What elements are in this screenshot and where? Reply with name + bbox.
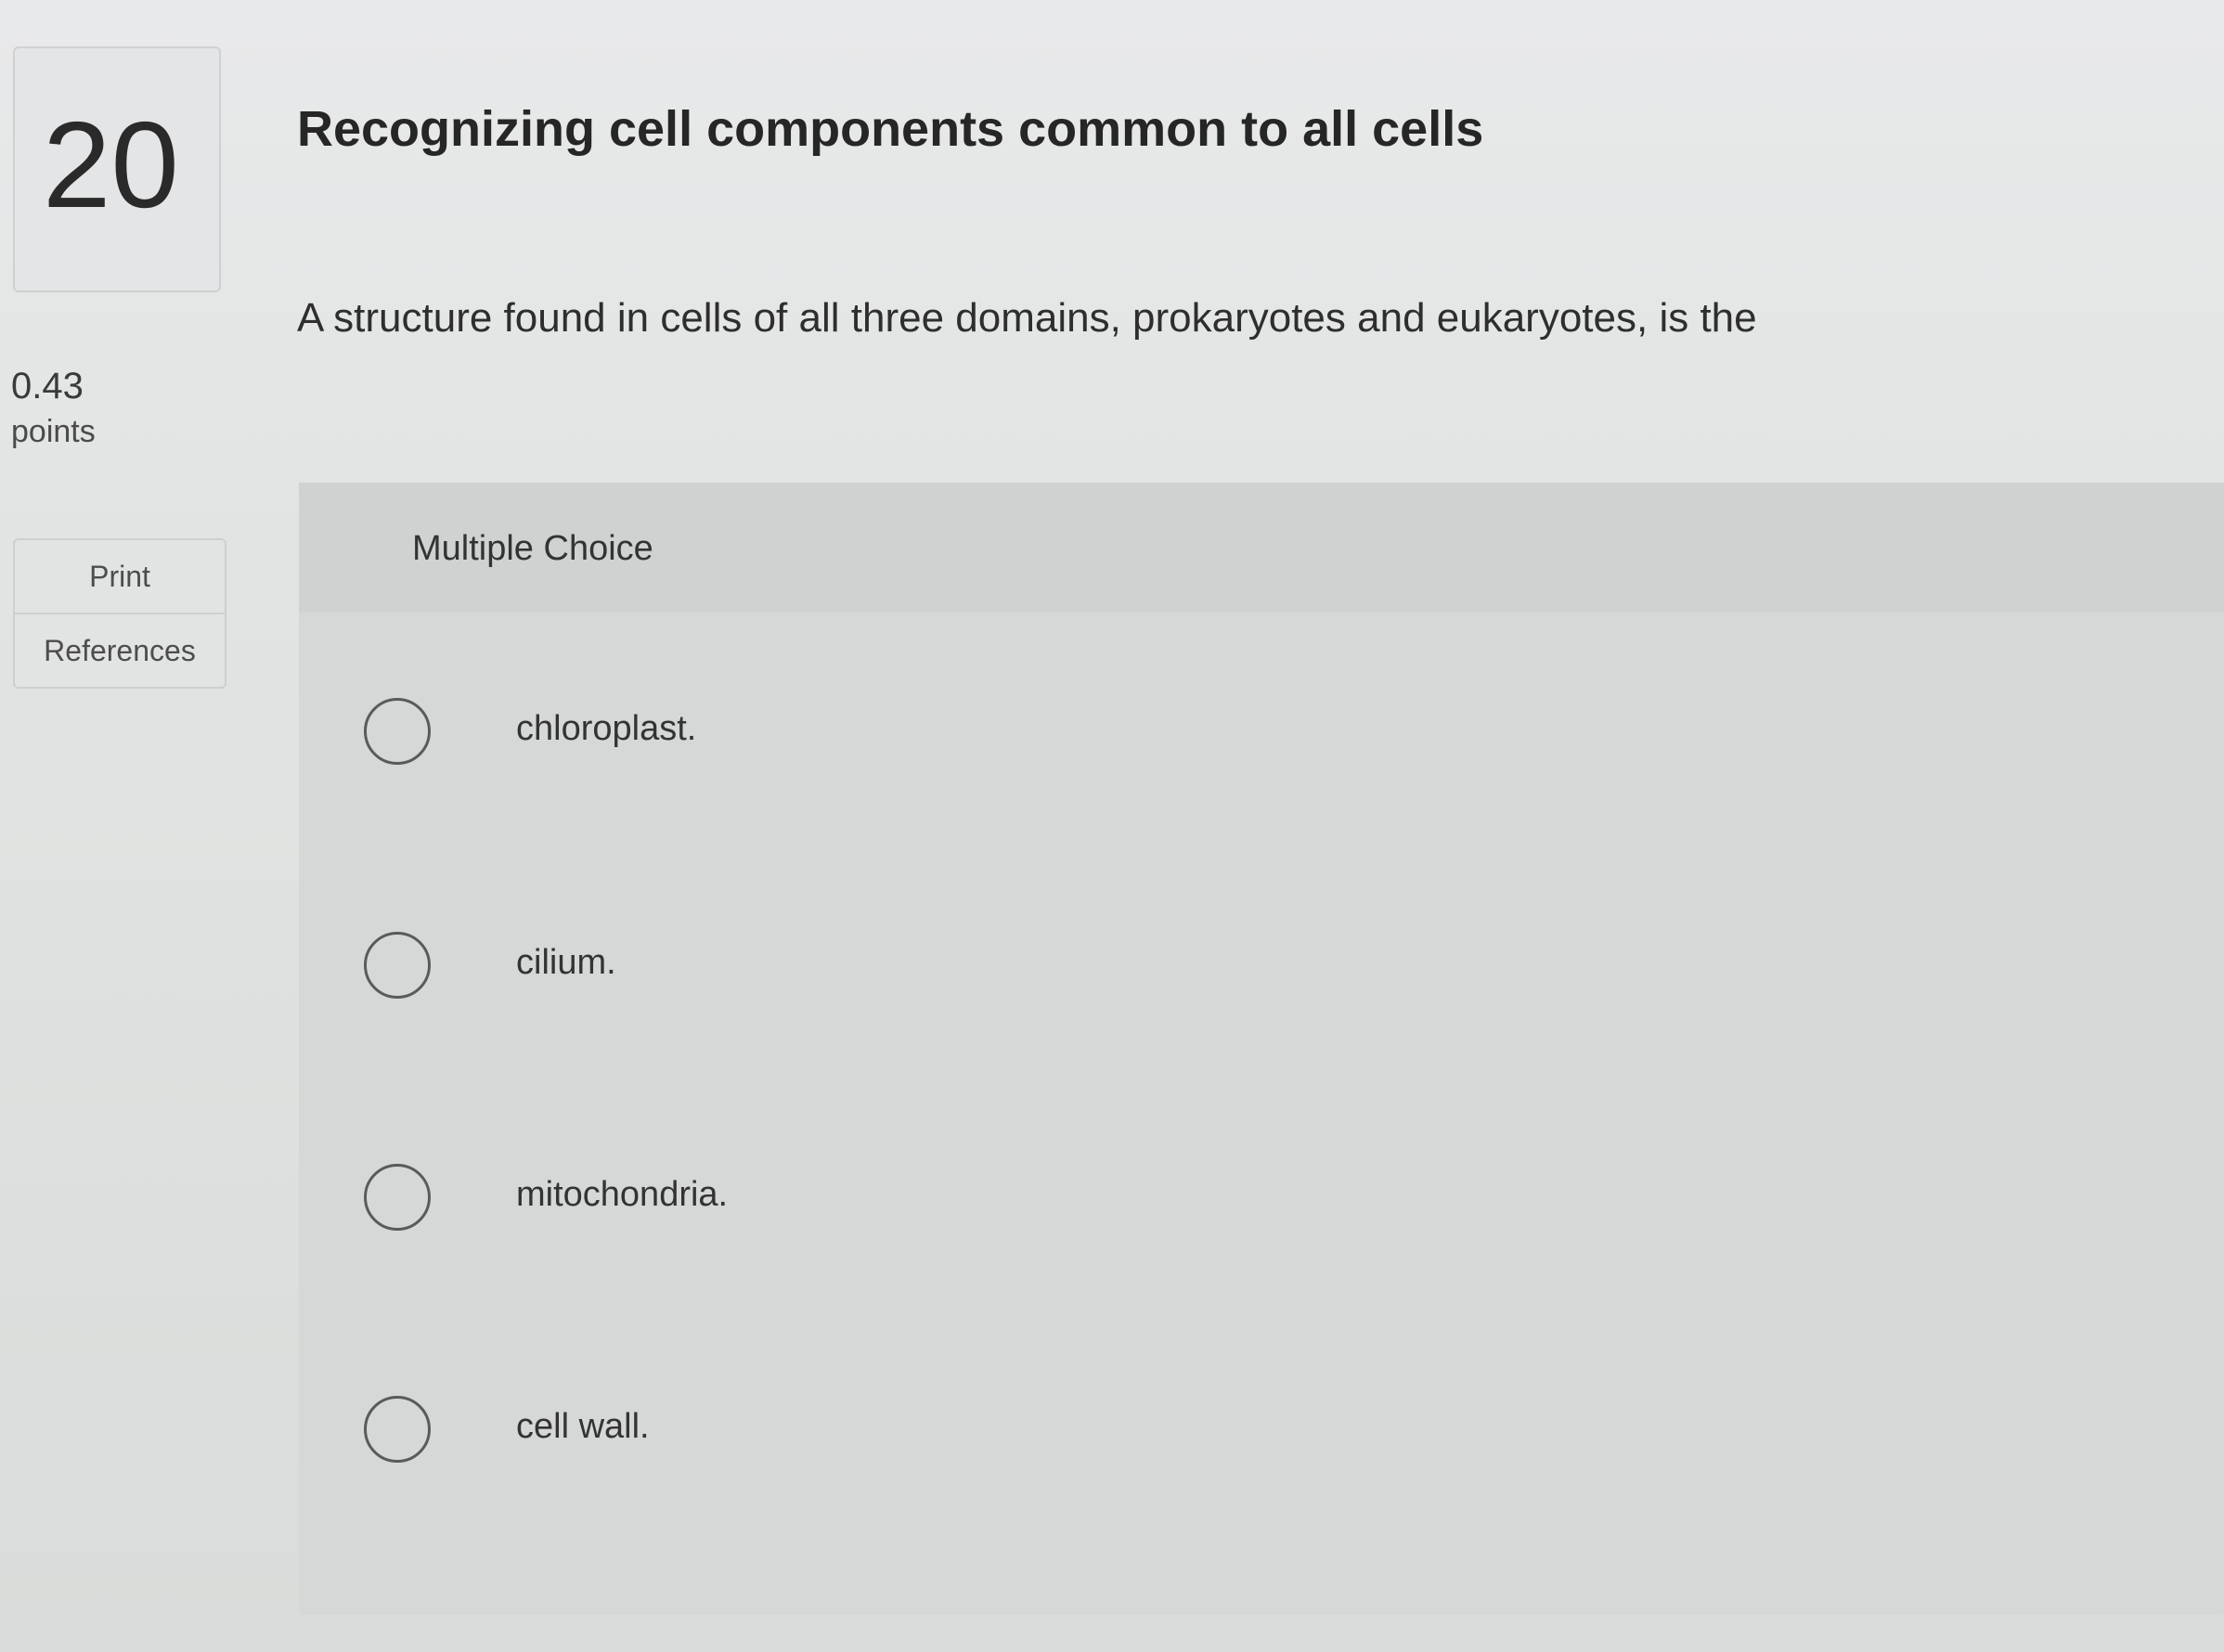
radio-button[interactable] — [364, 1396, 431, 1463]
question-number: 20 — [43, 97, 179, 233]
question-title: Recognizing cell components common to al… — [297, 101, 1484, 157]
question-number-box: 20 — [13, 46, 221, 292]
question-page: 20 0.43 points Print References Recogniz… — [0, 0, 2224, 1652]
choice-option-cilium[interactable]: cilium. — [364, 911, 2211, 1041]
choice-option-cell-wall[interactable]: cell wall. — [364, 1375, 2211, 1505]
print-button[interactable]: Print — [15, 540, 225, 613]
side-button-group: Print References — [13, 538, 226, 689]
radio-button[interactable] — [364, 698, 431, 765]
choice-label: chloroplast. — [516, 709, 697, 748]
choice-label: cilium. — [516, 943, 616, 982]
question-prompt: A structure found in cells of all three … — [297, 295, 1757, 341]
multiple-choice-label: Multiple Choice — [412, 529, 653, 568]
choice-label: cell wall. — [516, 1407, 650, 1446]
radio-button[interactable] — [364, 1164, 431, 1231]
multiple-choice-panel: Multiple Choice chloroplast. cilium. mit… — [299, 483, 2224, 1615]
choice-label: mitochondria. — [516, 1175, 729, 1214]
choice-option-mitochondria[interactable]: mitochondria. — [364, 1143, 2211, 1273]
points-label: points — [11, 414, 96, 449]
radio-button[interactable] — [364, 932, 431, 999]
points-value: 0.43 — [11, 366, 84, 407]
references-button[interactable]: References — [15, 613, 225, 687]
multiple-choice-header: Multiple Choice — [299, 483, 2224, 613]
choice-option-chloroplast[interactable]: chloroplast. — [364, 678, 2211, 807]
